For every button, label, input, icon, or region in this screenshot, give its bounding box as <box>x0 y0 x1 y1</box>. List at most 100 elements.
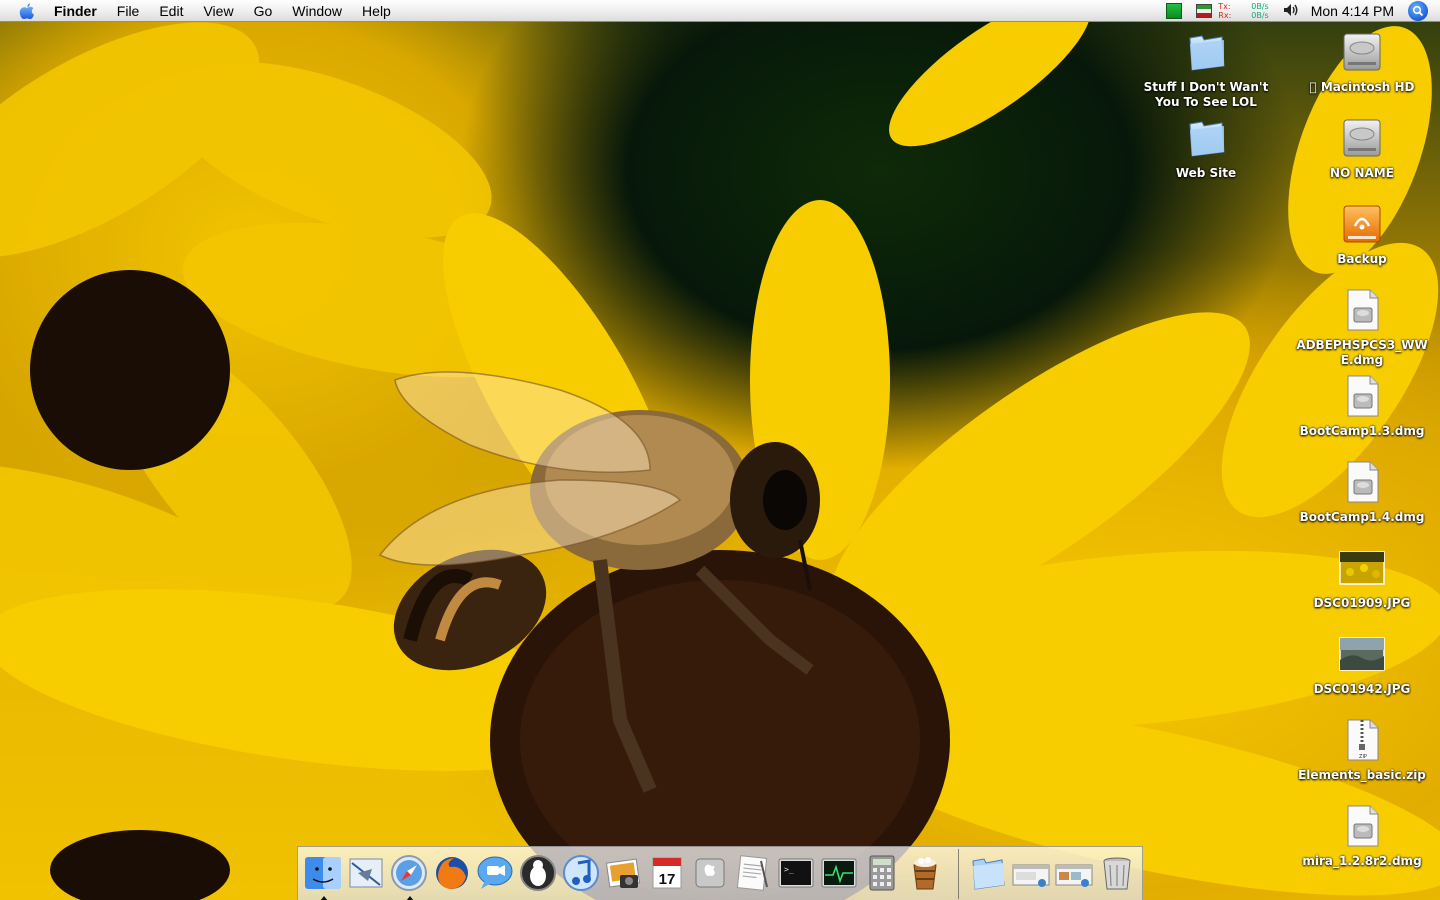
net-tx-label: Tx: <box>1218 2 1231 11</box>
apple-menu-icon[interactable] <box>16 0 38 22</box>
dock-ical[interactable]: 17 <box>647 853 687 893</box>
menu-go[interactable]: Go <box>244 0 283 22</box>
dock-bucket-app[interactable] <box>905 853 945 893</box>
desktop-icon-elements-basic-zip[interactable]: ZIP Elements_basic.zip <box>1292 716 1432 783</box>
desktop-icon-dsc01942-jpg[interactable]: DSC01942.JPG <box>1292 630 1432 697</box>
running-indicator <box>320 896 328 900</box>
disk-image-icon <box>1347 461 1379 503</box>
dock-adium[interactable] <box>518 853 558 893</box>
adium-icon <box>520 855 556 891</box>
dock-safari[interactable] <box>389 853 429 900</box>
dock-activity-monitor[interactable] <box>819 853 859 893</box>
trash-icon <box>1103 857 1131 890</box>
net-rx-value: 0B/s <box>1251 11 1269 20</box>
disk-image-icon <box>1347 805 1379 847</box>
ical-icon: 17 <box>652 857 682 889</box>
dock-textedit[interactable] <box>733 853 773 893</box>
network-monitor[interactable]: Tx: Rx: 0B/s 0B/s <box>1196 2 1269 20</box>
desktop-icon-label: ADBEPHSPCS3_WWE.dmg <box>1296 338 1428 367</box>
desktop-icon-label: DSC01909.JPG <box>1313 596 1411 610</box>
itunes-icon <box>563 855 599 891</box>
running-indicator <box>406 896 414 900</box>
textedit-icon <box>736 855 768 891</box>
menu-clock[interactable]: Mon 4:14 PM <box>1311 3 1394 19</box>
ical-day-text: 17 <box>659 871 676 888</box>
desktop-icon-web-site[interactable]: Web Site <box>1136 114 1276 181</box>
cpu-meter-icon[interactable] <box>1166 3 1183 19</box>
desktop-icon-label: Stuff I Don't Wan't You To See LOL <box>1143 80 1269 109</box>
terminal-icon: >_ <box>778 858 814 888</box>
dock-system-preferences[interactable] <box>690 853 730 893</box>
menu-view[interactable]: View <box>193 0 243 22</box>
svg-text:>_: >_ <box>784 865 794 874</box>
desktop-icon-mira-dmg[interactable]: mira_1.2.8r2.dmg <box>1292 802 1432 869</box>
hard-drive-icon <box>1343 119 1381 157</box>
stack-icon-1 <box>1012 864 1050 887</box>
dock-calculator[interactable] <box>862 853 902 893</box>
desktop-icon-label: Backup <box>1337 252 1387 266</box>
photo-thumbnail-icon <box>1339 551 1385 585</box>
dock-terminal[interactable]: >_ <box>776 853 816 893</box>
dock-stack-1[interactable] <box>1011 853 1051 893</box>
spotlight-icon[interactable] <box>1408 1 1428 21</box>
dock-finder[interactable] <box>303 853 343 900</box>
ichat-icon <box>477 856 513 889</box>
dock-applications-folder[interactable] <box>968 853 1008 893</box>
zip-archive-icon: ZIP <box>1347 719 1379 761</box>
menu-window[interactable]: Window <box>282 0 352 22</box>
svg-text:ZIP: ZIP <box>1359 754 1367 760</box>
dock-iphoto[interactable] <box>604 853 644 893</box>
menu-bar: Finder File Edit View Go Window Help Tx:… <box>0 0 1440 22</box>
dock-app-icon <box>913 857 937 890</box>
disk-image-icon <box>1347 289 1379 331</box>
iphoto-icon <box>605 858 641 888</box>
dock-firefox[interactable] <box>432 853 472 893</box>
desktop-icon-label: mira_1.2.8r2.dmg <box>1302 854 1422 868</box>
desktop-icon-label:  Macintosh HD <box>1309 80 1414 94</box>
desktop-icon-label: DSC01942.JPG <box>1313 682 1411 696</box>
disk-image-icon <box>1347 375 1379 417</box>
menu-file[interactable]: File <box>107 0 150 22</box>
folder-icon <box>1189 121 1225 157</box>
dock-trash[interactable] <box>1097 853 1137 893</box>
dock-mail[interactable] <box>346 853 386 893</box>
desktop-icon-label: BootCamp1.3.dmg <box>1299 424 1425 438</box>
stack-icon-2 <box>1055 864 1093 887</box>
firefox-icon <box>436 857 468 889</box>
desktop-icon-bootcamp14-dmg[interactable]: BootCamp1.4.dmg <box>1292 458 1432 525</box>
net-tx-value: 0B/s <box>1251 2 1269 11</box>
dock-itunes[interactable] <box>561 853 601 893</box>
hard-drive-icon <box>1343 33 1381 71</box>
desktop-icon-macintosh-hd[interactable]:  Macintosh HD <box>1292 28 1432 95</box>
desktop-icon-stuff-folder[interactable]: Stuff I Don't Wan't You To See LOL <box>1136 28 1276 110</box>
applications-folder-icon <box>972 858 1005 890</box>
mail-icon <box>349 858 383 888</box>
calculator-icon <box>869 855 895 891</box>
menu-finder[interactable]: Finder <box>50 0 107 22</box>
desktop-icon-dsc01909-jpg[interactable]: DSC01909.JPG <box>1292 544 1432 611</box>
dock: 17 >_ <box>297 846 1143 900</box>
menu-help[interactable]: Help <box>352 0 401 22</box>
folder-icon <box>1189 35 1225 71</box>
dock-ichat[interactable] <box>475 853 515 893</box>
memory-meter-icon <box>1196 4 1213 18</box>
menu-extras: Tx: Rx: 0B/s 0B/s Mon 4:14 PM <box>1166 0 1440 22</box>
finder-icon <box>305 857 341 889</box>
desktop-icon-bootcamp13-dmg[interactable]: BootCamp1.3.dmg <box>1292 372 1432 439</box>
volume-icon[interactable] <box>1283 3 1299 20</box>
desktop-icon-label: Elements_basic.zip <box>1298 768 1426 782</box>
desktop-icon-label: BootCamp1.4.dmg <box>1299 510 1425 524</box>
menu-edit[interactable]: Edit <box>149 0 193 22</box>
desktop-icon-label: NO NAME <box>1330 166 1394 180</box>
desktop-icon-no-name[interactable]: NO NAME <box>1292 114 1432 181</box>
dock-stack-2[interactable] <box>1054 853 1094 893</box>
net-rx-label: Rx: <box>1218 11 1232 20</box>
firewire-drive-icon <box>1343 205 1381 243</box>
activity-monitor-icon <box>821 858 857 888</box>
desktop-icon-label: Web Site <box>1175 166 1237 180</box>
desktop-icon-backup[interactable]: Backup <box>1292 200 1432 267</box>
photo-thumbnail-icon <box>1339 637 1385 671</box>
system-preferences-icon <box>695 858 725 888</box>
desktop-icon-adbephspcs3-dmg[interactable]: ADBEPHSPCS3_WWE.dmg <box>1292 286 1432 368</box>
dock-divider <box>958 849 959 899</box>
